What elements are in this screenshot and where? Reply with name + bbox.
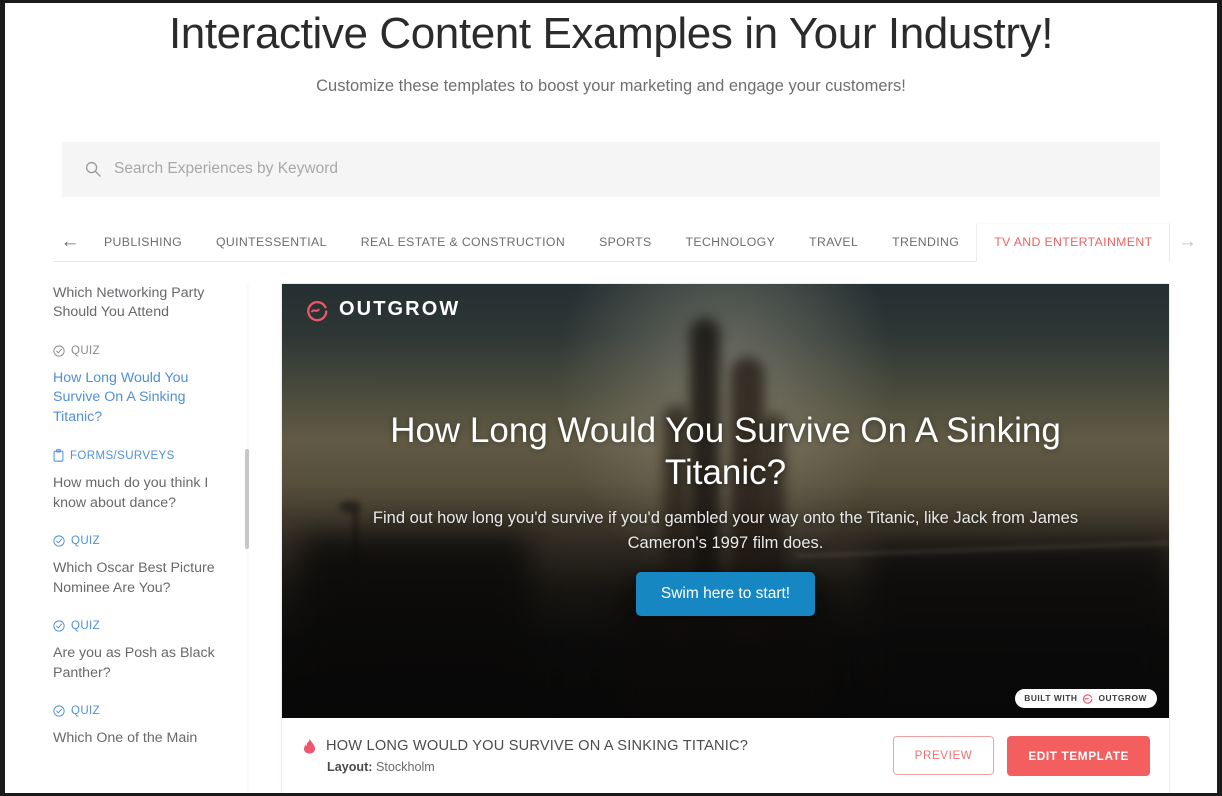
- tab-sports[interactable]: SPORTS: [582, 223, 668, 261]
- tab-real-estate-construction[interactable]: REAL ESTATE & CONSTRUCTION: [344, 223, 582, 261]
- tab-publishing[interactable]: PUBLISHING: [87, 223, 199, 261]
- category-tabbar: ← PUBLISHING QUINTESSENTIAL REAL ESTATE …: [53, 222, 1197, 262]
- built-with-outgrow-badge[interactable]: BUILT WITH OUTGROW: [1015, 688, 1157, 708]
- hero-cta-button[interactable]: Swim here to start!: [635, 571, 816, 616]
- list-item-type-label: FORMS/SURVEYS: [70, 449, 175, 462]
- tabs-next-arrow-icon[interactable]: →: [1170, 223, 1204, 261]
- check-circle-icon: [53, 535, 65, 547]
- outgrow-logo-icon: [1083, 693, 1093, 704]
- template-layout: Layout: Stockholm: [327, 760, 893, 774]
- template-preview-card: OUTGROW How Long Would You Survive On A …: [282, 283, 1169, 793]
- experience-list-sidebar[interactable]: Which Networking Party Should You Attend…: [53, 283, 249, 793]
- flame-icon: [303, 738, 316, 754]
- tab-travel[interactable]: TRAVEL: [792, 223, 875, 261]
- page-title: Interactive Content Examples in Your Ind…: [168, 9, 1054, 58]
- list-item[interactable]: QUIZ Which One of the Main: [53, 705, 235, 749]
- tab-tv-and-entertainment[interactable]: TV AND ENTERTAINMENT: [976, 222, 1171, 262]
- hero-title: How Long Would You Survive On A Sinking …: [390, 410, 1061, 492]
- outgrow-logo-icon: [307, 300, 328, 321]
- list-item[interactable]: QUIZ How Long Would You Survive On A Sin…: [53, 345, 235, 428]
- list-item-type: QUIZ: [53, 535, 235, 547]
- search-icon: [85, 162, 101, 177]
- layout-value: Stockholm: [375, 759, 435, 774]
- search-bar[interactable]: [62, 141, 1160, 197]
- list-item-type: QUIZ: [53, 345, 235, 357]
- template-card-footer: HOW LONG WOULD YOU SURVIVE ON A SINKING …: [282, 717, 1169, 793]
- outgrow-brand-name: OUTGROW: [339, 298, 461, 321]
- page-header: Interactive Content Examples in Your Ind…: [5, 3, 1217, 96]
- edit-template-button[interactable]: EDIT TEMPLATE: [1007, 735, 1150, 776]
- page-subtitle: Customize these templates to boost your …: [316, 76, 906, 95]
- content-area: Which Networking Party Should You Attend…: [53, 283, 1169, 793]
- list-item[interactable]: QUIZ Are you as Posh as Black Panther?: [53, 620, 235, 683]
- check-circle-icon: [53, 620, 65, 632]
- tab-quintessential[interactable]: QUINTESSENTIAL: [199, 223, 344, 261]
- list-item[interactable]: QUIZ Which Oscar Best Picture Nominee Ar…: [53, 535, 235, 598]
- browser-viewport: Interactive Content Examples in Your Ind…: [0, 0, 1222, 796]
- list-item-type-label: QUIZ: [71, 705, 101, 718]
- list-item-title[interactable]: How Long Would You Survive On A Sinking …: [53, 369, 235, 428]
- page-content: Interactive Content Examples in Your Ind…: [5, 3, 1217, 793]
- list-item-type-label: QUIZ: [71, 344, 101, 357]
- list-item[interactable]: Which Networking Party Should You Attend: [53, 284, 235, 323]
- category-tabs: PUBLISHING QUINTESSENTIAL REAL ESTATE & …: [87, 222, 1171, 262]
- list-item-title[interactable]: Which Oscar Best Picture Nominee Are You…: [53, 559, 235, 598]
- layout-label: Layout:: [327, 759, 373, 774]
- list-item-title[interactable]: How much do you think I know about dance…: [53, 474, 235, 513]
- template-title-row: HOW LONG WOULD YOU SURVIVE ON A SINKING …: [302, 738, 893, 754]
- list-item-type: FORMS/SURVEYS: [53, 449, 235, 462]
- list-item-type-label: QUIZ: [71, 535, 101, 548]
- list-item[interactable]: FORMS/SURVEYS How much do you think I kn…: [53, 449, 235, 513]
- hero-content: OUTGROW How Long Would You Survive On A …: [282, 284, 1169, 718]
- list-item-type: QUIZ: [53, 620, 235, 632]
- clipboard-icon: [53, 449, 64, 462]
- template-title: HOW LONG WOULD YOU SURVIVE ON A SINKING …: [326, 737, 749, 754]
- list-item-title[interactable]: Which One of the Main: [53, 729, 235, 749]
- badge-brand-name: OUTGROW: [1098, 693, 1147, 704]
- check-circle-icon: [53, 705, 65, 717]
- outgrow-brand: OUTGROW: [305, 298, 460, 322]
- check-circle-icon: [53, 345, 65, 357]
- template-actions: PREVIEW EDIT TEMPLATE: [892, 735, 1150, 776]
- built-with-label: BUILT WITH: [1024, 693, 1078, 704]
- list-item-title: Which Networking Party Should You Attend: [53, 284, 205, 321]
- hero-cta-container: Swim here to start!: [282, 571, 1169, 616]
- list-item-type: QUIZ: [53, 705, 235, 717]
- tab-trending[interactable]: TRENDING: [875, 223, 976, 261]
- tabs-prev-arrow-icon[interactable]: ←: [53, 223, 87, 261]
- search-input[interactable]: [114, 160, 614, 179]
- list-item-type-label: QUIZ: [71, 620, 101, 633]
- list-item-title[interactable]: Are you as Posh as Black Panther?: [53, 644, 235, 683]
- sidebar-scrollbar-thumb[interactable]: [245, 448, 249, 549]
- tab-technology[interactable]: TECHNOLOGY: [669, 223, 793, 261]
- template-meta: HOW LONG WOULD YOU SURVIVE ON A SINKING …: [302, 738, 893, 774]
- preview-button[interactable]: PREVIEW: [892, 736, 995, 776]
- template-hero: OUTGROW How Long Would You Survive On A …: [282, 283, 1169, 718]
- hero-subtitle: Find out how long you'd survive if you'd…: [372, 508, 1079, 552]
